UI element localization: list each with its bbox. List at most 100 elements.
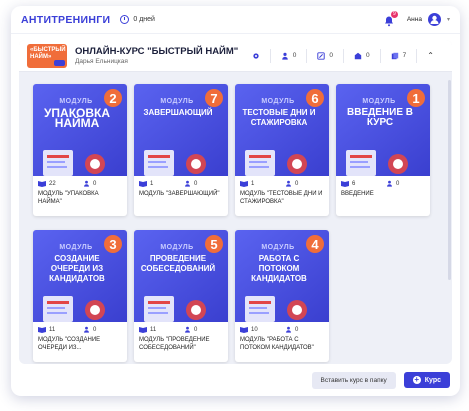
lessons-count: 10	[240, 326, 279, 333]
chevron-down-icon[interactable]: ▾	[447, 16, 450, 23]
gear-icon	[253, 52, 259, 59]
module-cover: 4 МОДУЛЬ РАБОТА С ПОТОКОМ КАНДИДАТОВ	[235, 230, 329, 322]
users-icon	[281, 52, 288, 60]
book-icon	[240, 181, 248, 187]
course-author: Дарья Ельницкая	[75, 58, 128, 65]
students-value: 0	[194, 180, 198, 187]
students-count: 0	[83, 326, 122, 333]
lessons-count: 11	[38, 326, 77, 333]
module-name: МОДУЛЬ "СОЗДАНИЕ ОЧЕРЕДИ ИЗ...	[38, 337, 101, 351]
top-bar: АНТИТРЕНИНГИ 0 дней 9 Анна ▾	[11, 6, 460, 34]
notifications-button[interactable]: 9	[383, 10, 398, 26]
brand-logo[interactable]: АНТИТРЕНИНГИ	[21, 14, 110, 26]
lessons-value: 11	[150, 326, 157, 333]
module-cover: 1 МОДУЛЬ ВВЕДЕНИЕ В КУРС	[336, 84, 430, 176]
users-icon	[84, 326, 89, 333]
module-meta: 10	[134, 176, 228, 187]
stat-modules[interactable]: 7	[379, 48, 417, 63]
module-illustration	[245, 296, 307, 322]
settings-button[interactable]	[242, 49, 270, 63]
module-card[interactable]: 5 МОДУЛЬ ПРОВЕДЕНИЕ СОБЕСЕДОВАНИЙ 11 0 МОДУЛЬ…	[134, 230, 228, 362]
students-value: 0	[295, 180, 299, 187]
book-icon	[139, 327, 147, 333]
book-icon	[38, 181, 46, 187]
module-cover: 2 МОДУЛЬ УПАКОВКА НАЙМА	[33, 84, 127, 176]
thumb-chip	[54, 59, 65, 66]
app-window: АНТИТРЕНИНГИ 0 дней 9 Анна ▾ «БЫСТРЫЙ НА…	[11, 6, 460, 396]
module-illustration	[346, 150, 408, 176]
students-count: 0	[285, 180, 324, 187]
module-name: МОДУЛЬ "ПРОВЕДЕНИЕ СОБЕСЕДОВАНИЙ"	[139, 337, 210, 351]
course-title: ОНЛАЙН-КУРС "БЫСТРЫЙ НАЙМ"	[75, 46, 239, 57]
stat-tasks-value: 0	[329, 52, 334, 59]
module-name: МОДУЛЬ "УПАКОВКА НАЙМА"	[38, 191, 99, 205]
module-cover-title: СОЗДАНИЕ ОЧЕРЕДИ ИЗ КАНДИДАТОВ	[49, 254, 105, 283]
lessons-value: 1	[251, 180, 255, 187]
students-value: 0	[295, 326, 299, 333]
footer-bar: Вставить курс в папку + Курс	[11, 364, 460, 396]
module-card[interactable]: 7 МОДУЛЬ ЗАВЕРШАЮЩИЙ 1 0 МОДУЛЬ "ЗАВЕРШАЮЩИЙ"	[134, 84, 228, 216]
users-icon	[185, 326, 190, 333]
module-name: МОДУЛЬ "ЗАВЕРШАЮЩИЙ"	[139, 191, 220, 197]
days-label: 0 дней	[133, 16, 155, 23]
module-cover-title: ПРОВЕДЕНИЕ СОБЕСЕДОВАНИЙ	[140, 254, 216, 273]
students-count: 0	[83, 180, 122, 187]
lessons-count: 1	[139, 180, 178, 187]
module-card[interactable]: 2 МОДУЛЬ УПАКОВКА НАЙМА 22 0 МОДУЛЬ "УПАКОВКА…	[33, 84, 127, 216]
user-icon	[430, 15, 439, 24]
stat-tasks[interactable]: 0	[306, 48, 343, 63]
module-label: МОДУЛЬ	[261, 98, 295, 105]
module-label: МОДУЛЬ	[160, 98, 194, 105]
users-icon	[286, 180, 291, 187]
students-value: 0	[194, 326, 198, 333]
module-cover: 6 МОДУЛЬ ТЕСТОВЫЕ ДНИ И СТАЖИРОВКА	[235, 84, 329, 176]
module-card[interactable]: 4 МОДУЛЬ РАБОТА С ПОТОКОМ КАНДИДАТОВ 10 0 МОД…	[235, 230, 329, 362]
stat-users-value: 0	[292, 52, 297, 59]
module-meta: 60	[336, 176, 430, 187]
collapse-button[interactable]: ⌃	[416, 48, 444, 63]
add-to-folder-button[interactable]: Вставить курс в папку	[311, 371, 396, 389]
scrollbar[interactable]	[448, 80, 451, 280]
module-meta: 22 0	[33, 176, 127, 187]
user-area: 9 Анна ▾	[383, 10, 450, 26]
course-title-block: ОНЛАЙН-КУРС "БЫСТРЫЙ НАЙМ" Дарья Ельницк…	[75, 46, 238, 65]
lessons-value: 6	[352, 180, 356, 187]
stat-users[interactable]: 0	[269, 48, 307, 63]
users-icon	[185, 180, 190, 187]
module-label: МОДУЛЬ	[362, 98, 396, 105]
module-illustration	[144, 296, 206, 322]
homework-icon	[354, 52, 362, 59]
module-name: МОДУЛЬ "РАБОТА С ПОТОКОМ КАНДИДАТОВ"	[240, 337, 314, 351]
stat-homework[interactable]: 0	[343, 48, 380, 63]
module-cover-title: РАБОТА С ПОТОКОМ КАНДИДАТОВ	[251, 254, 307, 283]
module-illustration	[144, 150, 206, 176]
students-value: 0	[93, 326, 97, 333]
students-value: 0	[396, 180, 400, 187]
user-name[interactable]: Анна	[407, 16, 422, 23]
book-icon	[139, 181, 147, 187]
module-name: ВВЕДЕНИЕ	[341, 191, 374, 197]
course-thumbnail: «БЫСТРЫЙ НАЙМ»	[27, 43, 67, 68]
module-card[interactable]: 3 МОДУЛЬ СОЗДАНИЕ ОЧЕРЕДИ ИЗ КАНДИДАТОВ 11 0…	[33, 230, 127, 362]
lessons-count: 6	[341, 180, 380, 187]
module-label: МОДУЛЬ	[160, 244, 194, 251]
module-illustration	[43, 150, 105, 176]
add-course-button[interactable]: + Курс	[403, 372, 450, 388]
module-cover-title: ВВЕДЕНИЕ В КУРС	[347, 107, 413, 128]
notification-badge: 9	[390, 10, 398, 18]
avatar[interactable]	[427, 13, 441, 26]
students-count: 0	[184, 326, 223, 333]
module-label: МОДУЛЬ	[59, 244, 93, 251]
course-thumb-text: «БЫСТРЫЙ НАЙМ»	[30, 46, 66, 60]
students-value: 0	[93, 180, 97, 187]
users-icon	[286, 326, 291, 333]
module-card[interactable]: 1 МОДУЛЬ ВВЕДЕНИЕ В КУРС 6 0 ВВЕДЕНИЕ	[336, 84, 430, 216]
book-icon	[38, 327, 46, 333]
module-name: МОДУЛЬ "ТЕСТОВЫЕ ДНИ И СТАЖИРОВКА"	[240, 191, 323, 205]
course-panel: «БЫСТРЫЙ НАЙМ» ОНЛАЙН-КУРС "БЫСТРЫЙ НАЙМ…	[19, 40, 452, 364]
module-illustration	[43, 296, 105, 322]
edit-icon	[317, 51, 326, 60]
module-meta: 11 0	[33, 322, 127, 333]
module-card[interactable]: 6 МОДУЛЬ ТЕСТОВЫЕ ДНИ И СТАЖИРОВКА 1 0 МОДУЛЬ…	[235, 84, 329, 216]
modules-icon	[391, 52, 398, 59]
